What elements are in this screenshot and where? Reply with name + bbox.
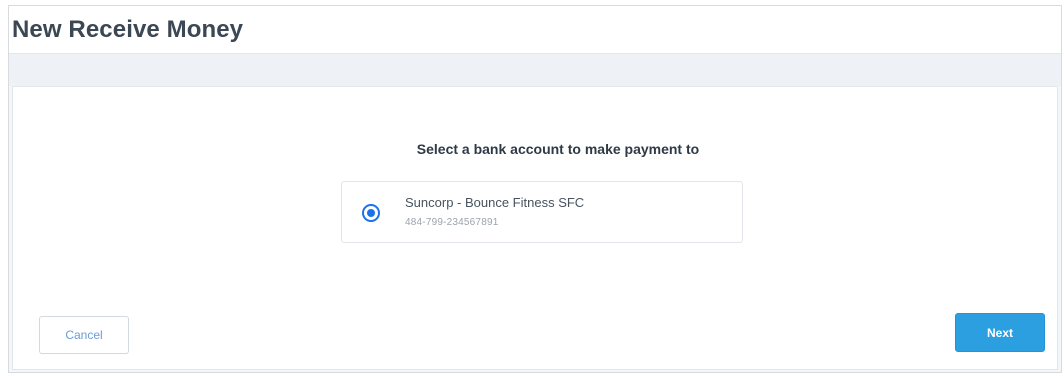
account-radio-button[interactable] <box>362 204 380 222</box>
account-number: 484-799-234567891 <box>405 217 499 228</box>
bank-account-option[interactable]: Suncorp - Bounce Fitness SFC 484-799-234… <box>341 181 743 243</box>
content-panel: Select a bank account to make payment to… <box>12 86 1058 370</box>
dialog-window: New Receive Money Select a bank account … <box>8 5 1062 373</box>
select-account-prompt: Select a bank account to make payment to <box>416 141 700 157</box>
radio-selected-dot <box>367 209 375 217</box>
cancel-button[interactable]: Cancel <box>39 316 129 354</box>
page-header: New Receive Money <box>9 6 1061 54</box>
account-name: Suncorp - Bounce Fitness SFC <box>405 195 585 210</box>
next-button[interactable]: Next <box>955 313 1045 352</box>
page-title: New Receive Money <box>12 16 244 43</box>
header-band <box>9 54 1061 86</box>
